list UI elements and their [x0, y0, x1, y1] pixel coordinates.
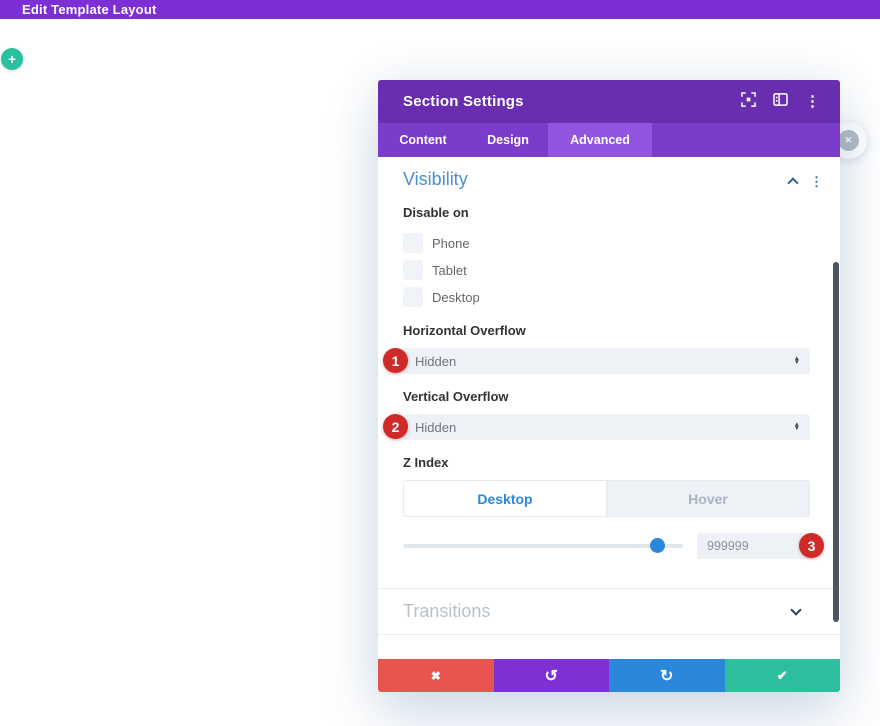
desktop-checkbox[interactable]: [403, 287, 423, 307]
chevron-up-icon: [787, 177, 799, 189]
device-tab-hover[interactable]: Hover: [607, 481, 809, 516]
page: { "top_bar": { "title": "Edit Template L…: [0, 0, 880, 726]
horizontal-overflow-value: Hidden: [415, 353, 457, 369]
plus-icon: +: [7, 51, 17, 67]
transitions-section-title: Transitions: [403, 601, 491, 621]
select-arrows-icon: ▲ ▼: [793, 354, 800, 366]
tablet-checkbox[interactable]: [403, 260, 423, 280]
annotation-badge-3: 3: [799, 533, 824, 558]
desktop-label: Desktop: [432, 289, 480, 305]
device-tab-desktop-label: Desktop: [477, 490, 533, 507]
visibility-options-button[interactable]: ⋮: [810, 175, 823, 188]
modal-body: Visibility ⋮ Disable on Phone Tablet Des…: [378, 157, 840, 659]
tab-design-label: Design: [487, 133, 529, 147]
annotation-badge-2: 2: [383, 414, 408, 439]
add-section-button[interactable]: +: [1, 48, 23, 70]
vertical-overflow-value: Hidden: [415, 419, 457, 435]
tab-content[interactable]: Content: [378, 123, 468, 157]
horizontal-overflow-select[interactable]: Hidden ▲ ▼: [403, 348, 810, 374]
disable-on-label: Disable on: [403, 205, 469, 220]
transitions-section-toggle[interactable]: Transitions: [378, 588, 840, 635]
discard-button[interactable]: ✖: [378, 659, 494, 692]
modal-header: Section Settings ⋮: [378, 80, 840, 123]
modal-scrollbar[interactable]: [833, 262, 839, 622]
chevron-down-icon: [790, 604, 802, 616]
dock-panel-button[interactable]: [773, 92, 788, 111]
checkbox-row-tablet: Tablet: [403, 260, 467, 280]
z-index-label: Z Index: [403, 455, 449, 470]
device-tab-desktop[interactable]: Desktop: [404, 481, 607, 516]
z-index-input[interactable]: [697, 533, 810, 559]
tab-advanced-label: Advanced: [570, 133, 630, 147]
close-icon: ✖: [430, 668, 441, 683]
checkbox-row-phone: Phone: [403, 233, 470, 253]
z-index-slider-handle[interactable]: [650, 538, 665, 553]
modal-tab-bar: Content Design Advanced: [378, 123, 840, 157]
top-bar: Edit Template Layout: [0, 0, 880, 19]
redo-button[interactable]: ↻: [609, 659, 725, 692]
visibility-section-title: Visibility: [403, 169, 468, 189]
modal-footer: ✖ ↺ ↻ ✔: [378, 659, 840, 692]
section-settings-modal: Section Settings ⋮ Content Design Advanc…: [378, 80, 840, 692]
redo-icon: ↻: [660, 667, 674, 685]
expand-icon: [741, 91, 756, 112]
save-button[interactable]: ✔: [724, 659, 840, 692]
vertical-overflow-label: Vertical Overflow: [403, 389, 509, 404]
modal-title: Section Settings: [403, 93, 524, 110]
horizontal-overflow-label: Horizontal Overflow: [403, 323, 526, 338]
close-icon: ✕: [838, 130, 859, 151]
select-arrows-icon: ▲ ▼: [793, 420, 800, 432]
tablet-label: Tablet: [432, 262, 467, 278]
tab-design[interactable]: Design: [468, 123, 548, 157]
kebab-icon: ⋮: [805, 93, 820, 110]
expand-modal-button[interactable]: [741, 91, 756, 112]
visibility-section-controls: ⋮: [787, 175, 823, 189]
tab-content-label: Content: [399, 133, 447, 147]
z-index-slider-track[interactable]: [403, 544, 683, 548]
panel-layout-icon: [773, 92, 788, 111]
z-index-device-tabs: Desktop Hover: [403, 480, 810, 517]
page-title: Edit Template Layout: [22, 2, 157, 17]
undo-icon: ↺: [544, 667, 558, 685]
phone-checkbox[interactable]: [403, 233, 423, 253]
vertical-overflow-select[interactable]: Hidden ▲ ▼: [403, 414, 810, 440]
tab-advanced[interactable]: Advanced: [548, 123, 652, 157]
modal-options-button[interactable]: ⋮: [805, 94, 820, 109]
collapse-toggle[interactable]: [787, 176, 799, 189]
checkbox-row-desktop: Desktop: [403, 287, 480, 307]
phone-label: Phone: [432, 235, 470, 251]
device-tab-hover-label: Hover: [688, 490, 728, 507]
undo-button[interactable]: ↺: [493, 659, 609, 692]
annotation-badge-1: 1: [383, 348, 408, 373]
check-icon: ✔: [776, 667, 788, 683]
